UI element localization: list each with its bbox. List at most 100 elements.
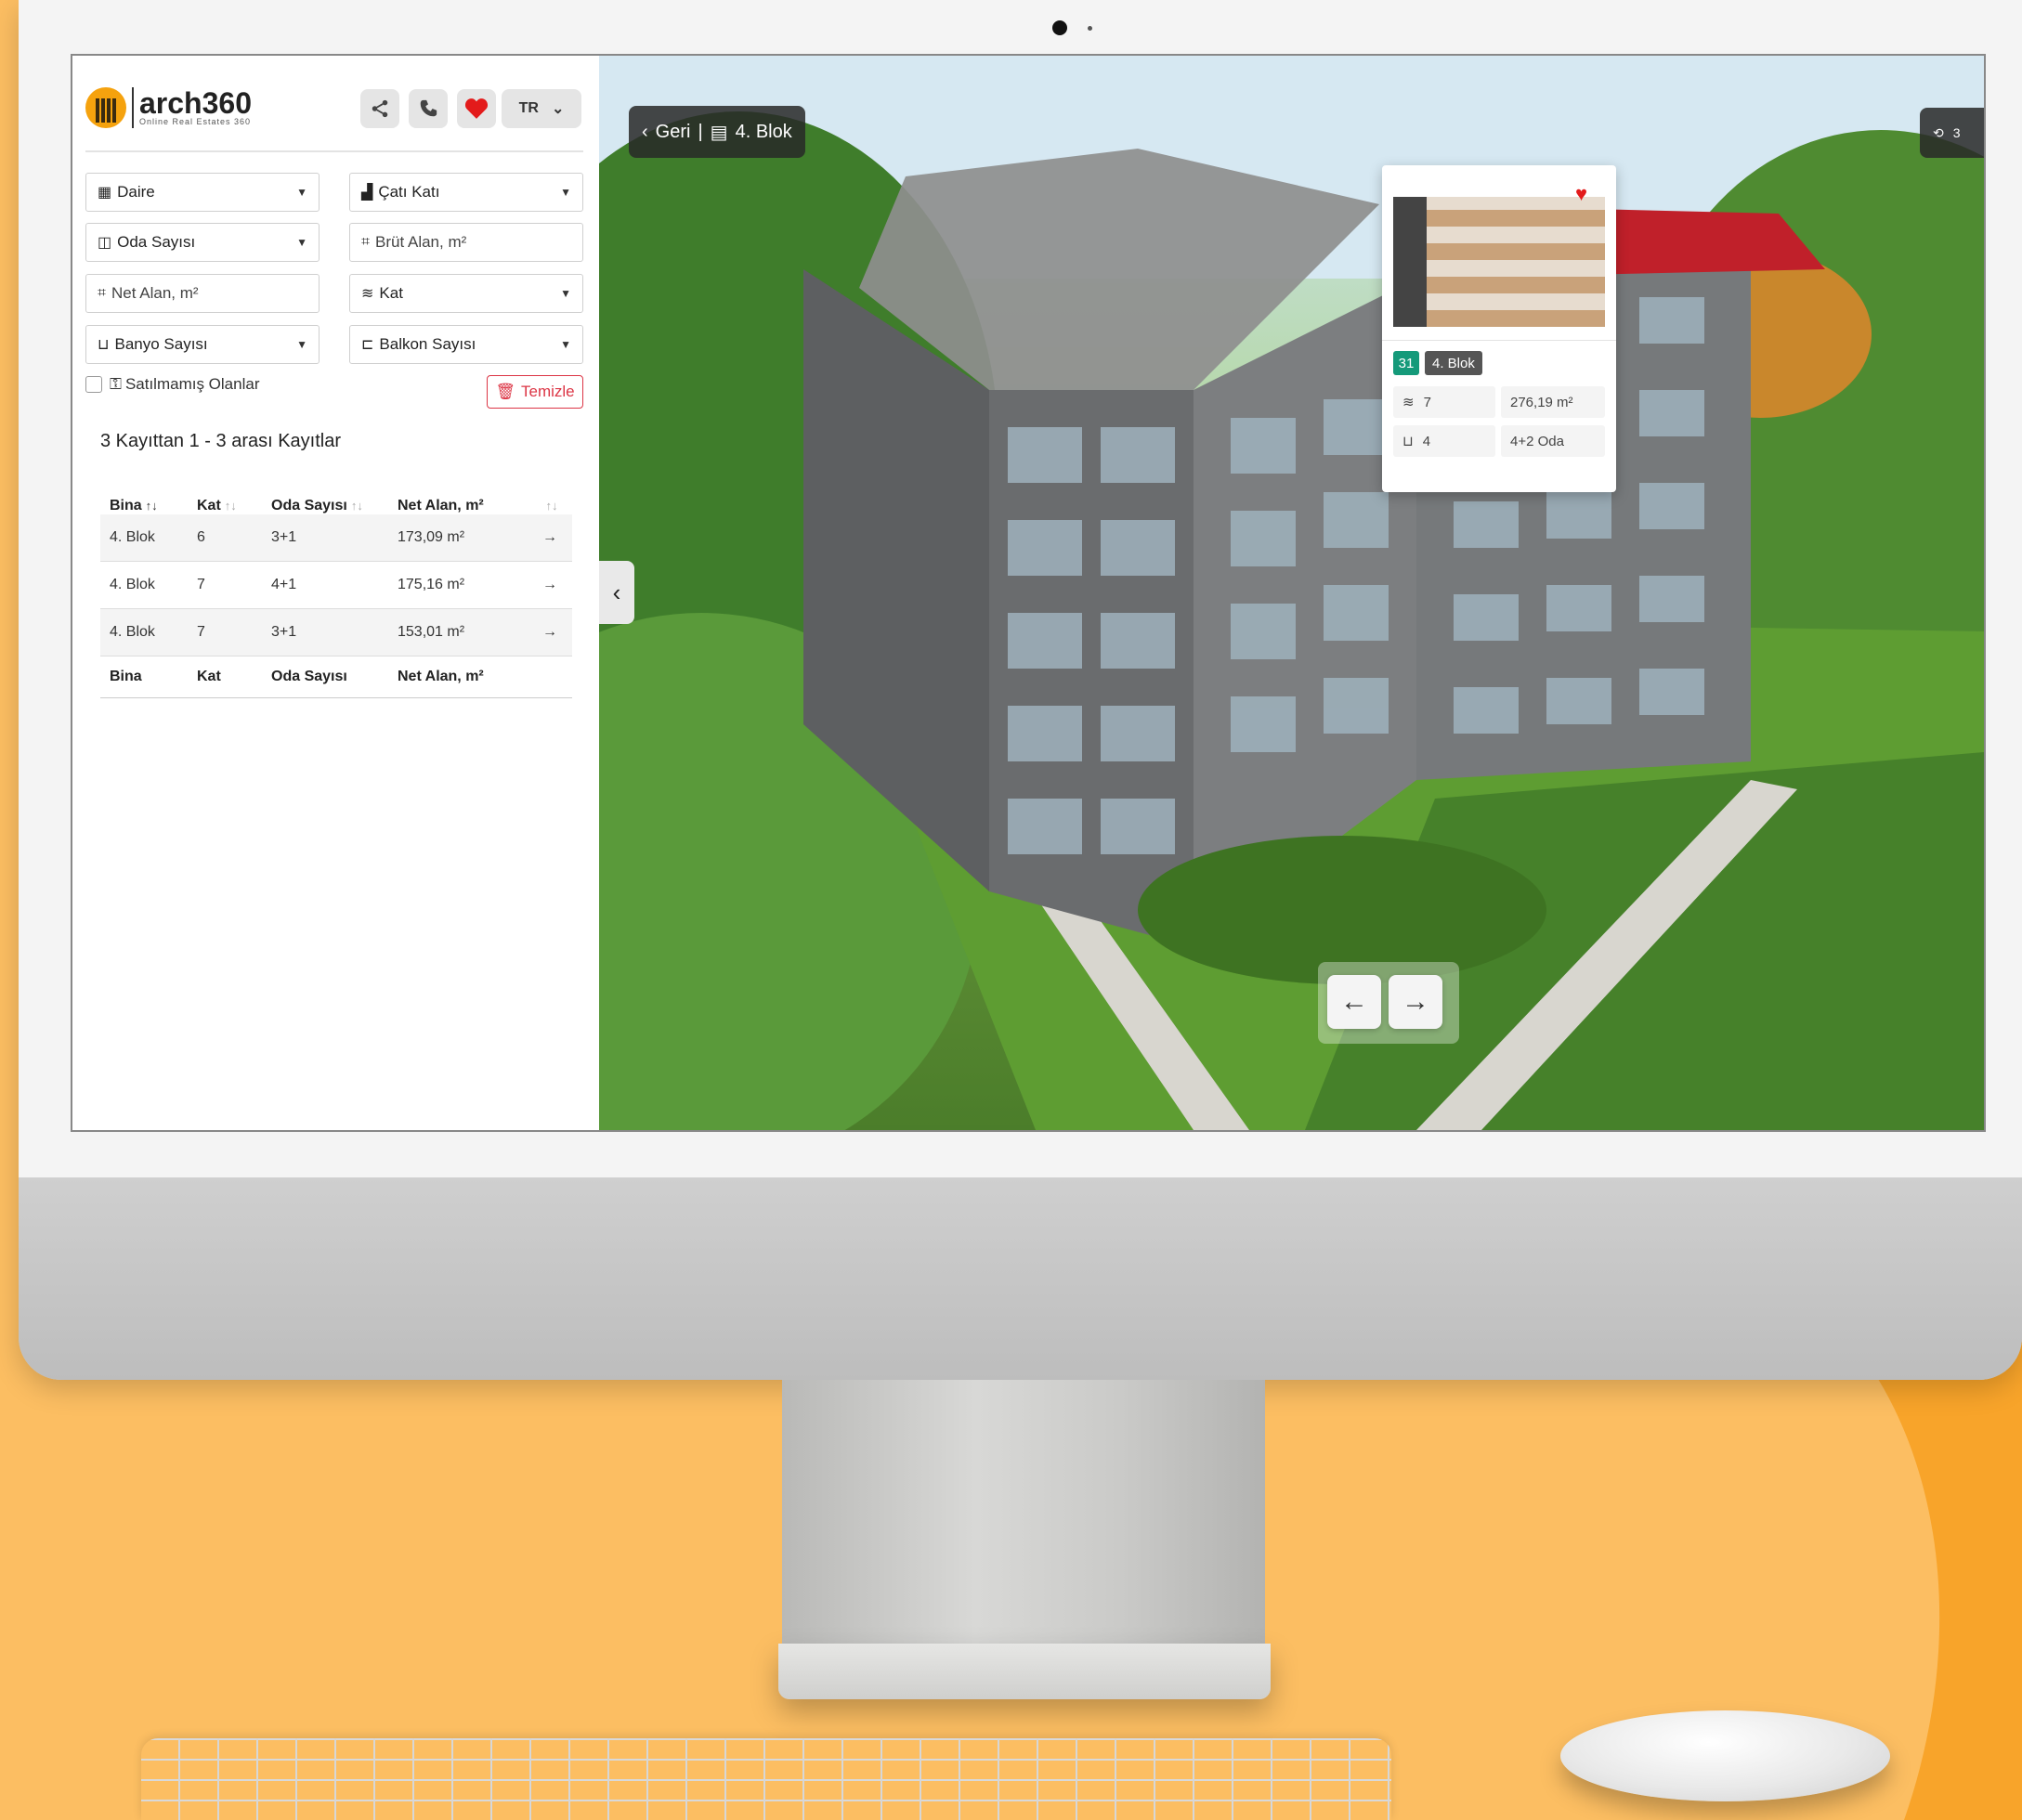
clear-label: Temizle xyxy=(520,383,575,400)
unsold-label: Satılmamış Olanlar xyxy=(124,375,260,393)
arrow-right-icon[interactable]: → xyxy=(528,577,572,593)
net-area-placeholder: Net Alan, m² xyxy=(111,284,199,302)
table-row[interactable]: 4. Blok 7 4+1 175,16 m² → xyxy=(100,562,572,609)
rotate-360-icon: ⟲ xyxy=(1933,124,1944,140)
cell-alan: 153,01 m² xyxy=(398,624,465,640)
favorites-button[interactable] xyxy=(457,89,496,128)
floor-type-filter[interactable]: ▟ Çatı Katı ▼ xyxy=(349,173,583,212)
building-icon: ▤ xyxy=(710,122,728,143)
3d-viewer[interactable]: ‹ Geri | ▤ 4. Blok ⟲ 3 ‹ ♥ 31 4. Blok ≋ … xyxy=(599,56,1984,1130)
gross-area-placeholder: Brüt Alan, m² xyxy=(375,233,467,251)
bath-cell: ⊔ 4 xyxy=(1393,425,1495,457)
filter-panel: arch360 Online Real Estates 360 TR ⌄ ▦ D… xyxy=(72,56,599,1130)
arrow-right-icon: → xyxy=(1402,986,1429,1017)
share-icon xyxy=(372,99,388,118)
heart-icon xyxy=(464,98,489,119)
keyboard xyxy=(141,1738,1391,1820)
logo-name: arch360 xyxy=(139,86,252,120)
call-button[interactable] xyxy=(409,89,448,128)
key-icon: ⚿ xyxy=(110,375,122,393)
caret-down-icon: ▼ xyxy=(560,338,571,351)
heart-icon[interactable]: ♥ xyxy=(1575,182,1587,206)
type-filter-label: Daire xyxy=(117,183,155,201)
table-footer: Bina Kat Oda Sayısı Net Alan, m² xyxy=(100,656,572,698)
caret-down-icon: ▼ xyxy=(296,338,307,351)
chevron-left-icon: ‹ xyxy=(642,121,648,142)
footer-alan: Net Alan, m² xyxy=(398,669,484,684)
block-label: 4. Blok xyxy=(735,121,792,142)
bath-icon: ⊔ xyxy=(98,337,110,353)
camera-sensor xyxy=(1088,26,1092,31)
rooms-cell: 4+2 Oda xyxy=(1501,425,1605,457)
bathrooms-filter-label: Banyo Sayısı xyxy=(114,335,208,353)
next-button[interactable]: → xyxy=(1389,975,1442,1029)
mouse xyxy=(1560,1710,1890,1801)
footer-oda: Oda Sayısı xyxy=(271,669,347,684)
separator: | xyxy=(698,121,703,142)
unsold-checkbox[interactable]: ⚿ Satılmamış Olanlar xyxy=(85,375,259,394)
floor-value: 7 xyxy=(1423,394,1431,410)
layers-icon: ≋ xyxy=(361,286,374,302)
view-360-button[interactable]: ⟲ 3 xyxy=(1920,108,1984,158)
back-button[interactable]: ‹ Geri | ▤ 4. Blok xyxy=(629,106,805,158)
collapse-panel-button[interactable]: ‹ xyxy=(599,561,634,624)
previous-button[interactable]: ← xyxy=(1327,975,1381,1029)
arrow-right-icon[interactable]: → xyxy=(528,624,572,641)
header-oda[interactable]: Oda Sayısı ↑↓ xyxy=(271,498,398,514)
share-button[interactable] xyxy=(360,89,399,128)
records-summary: 3 Kayıttan 1 - 3 arası Kayıtlar xyxy=(100,431,342,451)
table-row[interactable]: 4. Blok 6 3+1 173,09 m² → xyxy=(100,514,572,562)
screen: arch360 Online Real Estates 360 TR ⌄ ▦ D… xyxy=(71,54,1986,1132)
floor-type-filter-label: Çatı Katı xyxy=(378,183,440,201)
logo-text: arch360 Online Real Estates 360 xyxy=(139,86,252,126)
footer-kat: Kat xyxy=(197,669,221,684)
table-header: Bina ↑↓ Kat ↑↓ Oda Sayısı ↑↓ Net Alan, m² ↑… xyxy=(100,472,572,514)
type-filter[interactable]: ▦ Daire ▼ xyxy=(85,173,320,212)
floor-cell: ≋ 7 xyxy=(1393,386,1495,418)
bathrooms-filter[interactable]: ⊔ Banyo Sayısı ▼ xyxy=(85,325,320,364)
arrow-right-icon[interactable]: → xyxy=(528,529,572,546)
monitor-stand-foot xyxy=(778,1644,1271,1699)
header-sort[interactable]: ↑↓ xyxy=(528,498,572,514)
logo-divider xyxy=(132,87,134,128)
arrow-left-icon: ← xyxy=(1340,986,1368,1017)
header-alan[interactable]: Net Alan, m² xyxy=(398,498,528,514)
area-icon: ⌗ xyxy=(361,234,371,250)
back-label: Geri xyxy=(655,121,691,142)
balcony-icon: ⊏ xyxy=(361,337,374,353)
cell-alan: 173,09 m² xyxy=(398,529,465,545)
table-row[interactable]: 4. Blok 7 3+1 153,01 m² → xyxy=(100,609,572,656)
cell-bina: 4. Blok xyxy=(110,529,155,545)
floor-filter[interactable]: ≋ Kat ▼ xyxy=(349,274,583,313)
unit-info-card[interactable]: ♥ 31 4. Blok ≋ 7 276,19 m² ⊔ 4 4+2 Oda xyxy=(1382,165,1616,492)
caret-down-icon: ▼ xyxy=(560,186,571,199)
cell-bina: 4. Blok xyxy=(110,577,155,592)
header-kat[interactable]: Kat ↑↓ xyxy=(197,498,271,514)
trash-icon: 🗑 xyxy=(495,383,515,400)
card-divider xyxy=(1382,340,1616,341)
cell-alan: 175,16 m² xyxy=(398,577,465,592)
header-bina[interactable]: Bina ↑↓ xyxy=(100,498,197,514)
logo[interactable]: arch360 Online Real Estates 360 xyxy=(85,84,252,132)
building-icon: ▦ xyxy=(98,185,112,201)
area-cell: 276,19 m² xyxy=(1501,386,1605,418)
area-icon: ⌗ xyxy=(98,285,107,301)
view360-label: 3 xyxy=(1952,125,1961,140)
clear-filters-button[interactable]: 🗑 Temizle xyxy=(487,375,583,409)
phone-icon xyxy=(420,99,437,117)
gross-area-input[interactable]: ⌗ Brüt Alan, m² xyxy=(349,223,583,262)
header-divider xyxy=(85,150,583,152)
cell-kat: 6 xyxy=(197,529,205,545)
balconies-filter[interactable]: ⊏ Balkon Sayısı ▼ xyxy=(349,325,583,364)
floor-plan-image[interactable] xyxy=(1393,197,1605,327)
layers-icon: ≋ xyxy=(1402,395,1415,410)
balconies-filter-label: Balkon Sayısı xyxy=(379,335,476,353)
checkbox-box[interactable] xyxy=(85,376,102,393)
rooms-filter-label: Oda Sayısı xyxy=(117,233,196,251)
bath-value: 4 xyxy=(1422,433,1431,449)
language-select[interactable]: TR ⌄ xyxy=(502,89,581,128)
camera-icon xyxy=(1052,20,1067,35)
rooms-filter[interactable]: ◫ Oda Sayısı ▼ xyxy=(85,223,320,262)
layout-icon: ◫ xyxy=(98,235,112,251)
net-area-input[interactable]: ⌗ Net Alan, m² xyxy=(85,274,320,313)
